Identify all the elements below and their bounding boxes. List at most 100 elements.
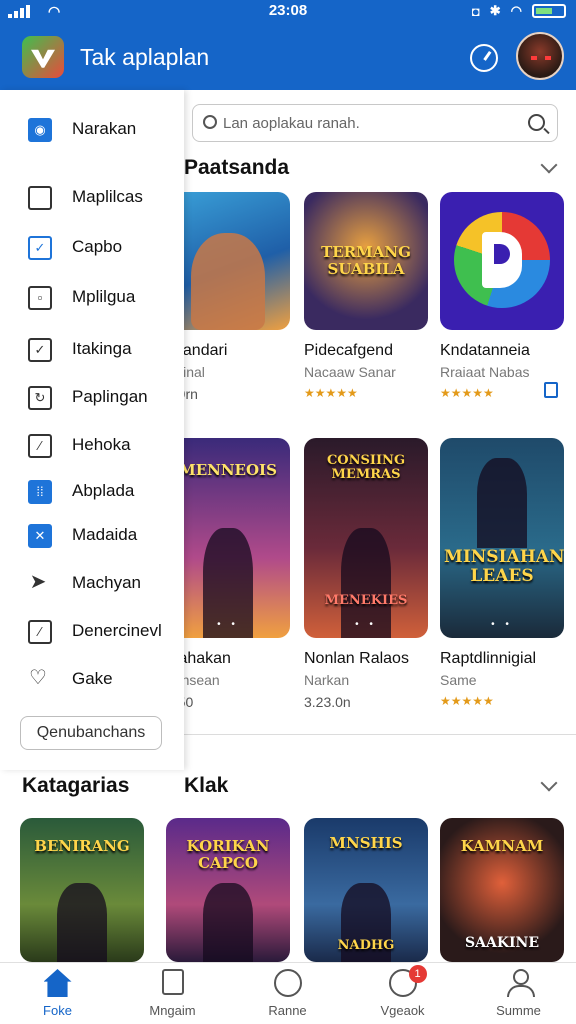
drawer-item-machyan[interactable]: ➤ Machyan bbox=[0, 562, 184, 606]
app-rating: 3.50 bbox=[166, 694, 290, 710]
app-subtitle: Rraiaat Nabas bbox=[440, 364, 530, 380]
drawer-item-maplilcas[interactable]: Maplilcas bbox=[0, 176, 184, 220]
nav-label: Mngaim bbox=[149, 1003, 196, 1018]
edit-icon: ∕ bbox=[28, 434, 52, 458]
drawer-item-label: Capbo bbox=[72, 237, 123, 256]
drawer-item-label: Madaida bbox=[72, 525, 138, 544]
section-title-featured: Paatsanda bbox=[184, 156, 290, 179]
app-card[interactable]: KORIKAN CAPCO bbox=[166, 818, 290, 962]
drawer-item-itakinga[interactable]: ✓ Itakinga bbox=[0, 328, 184, 372]
drawer-item-paplingan[interactable]: ↻ Paplingan bbox=[0, 376, 184, 420]
app-name: Nonlan Ralaos bbox=[304, 650, 409, 667]
app-logo-icon[interactable] bbox=[22, 36, 64, 78]
checkbox-icon: ✓ bbox=[28, 236, 52, 260]
drawer-item-label: Mplilgua bbox=[72, 287, 136, 306]
app-subtitle: Same bbox=[440, 672, 477, 688]
drawer-item-abplada[interactable]: ⁞⁞ Abplada bbox=[0, 470, 184, 514]
app-subtitle: uensean bbox=[166, 672, 220, 688]
navigation-drawer: ◉ Narakan Maplilcas ✓ Capbo ▫ Mplilgua ✓… bbox=[0, 90, 184, 770]
app-card[interactable]: TERMANG SUABILA Pidecafgend Nacaaw Sanar… bbox=[304, 192, 428, 400]
drawer-item-label: Gake bbox=[72, 669, 113, 688]
drawer-item-label: Hehoka bbox=[72, 435, 131, 454]
bluetooth-icon: ✱ bbox=[489, 3, 501, 18]
drawer-item-label: Narakan bbox=[72, 119, 137, 138]
drawer-item-label: Itakinga bbox=[72, 339, 132, 358]
nav-profile[interactable]: Summe bbox=[461, 969, 576, 1018]
nav-shop[interactable]: Mngaim bbox=[115, 969, 230, 1018]
nav-label: Foke bbox=[43, 1003, 72, 1018]
app-thumbnail: TERMANG SUABILA bbox=[304, 192, 428, 330]
app-thumbnail: CONSIING MEMRAS MENEKIES • • bbox=[304, 438, 428, 638]
app-subtitle: Adinal bbox=[166, 364, 205, 380]
nav-label: Ranne bbox=[268, 1003, 307, 1018]
nav-refresh[interactable]: Ranne bbox=[230, 969, 345, 1018]
history-icon[interactable] bbox=[470, 44, 498, 72]
drawer-item-gake[interactable]: ♡ Gake bbox=[0, 658, 184, 702]
send-icon: ➤ bbox=[29, 571, 47, 593]
bookmark-icon[interactable] bbox=[544, 382, 558, 398]
nav-home[interactable]: Foke bbox=[0, 969, 115, 1018]
app-art-title: MINSIAHAN LEAES bbox=[444, 547, 564, 586]
app-card[interactable]: CONSIING MEMRAS MENEKIES • • Nonlan Rala… bbox=[304, 438, 428, 710]
square-icon: ▫ bbox=[28, 286, 52, 310]
app-subtitle: Nacaaw Sanar bbox=[304, 364, 396, 380]
app-art-subtitle: SAAKINE bbox=[464, 935, 540, 952]
app-art-title: CONSIING MEMRAS bbox=[326, 453, 406, 483]
app-card[interactable]: Kndatanneia Rraiaat Nabas ★★★★★ bbox=[440, 192, 564, 400]
app-thumbnail: KAMNAM SAAKINE bbox=[440, 818, 564, 962]
app-art-subtitle: MENEKIES bbox=[324, 593, 408, 608]
app-card[interactable]: MINSIAHAN LEAES • • Raptdlinnigial Same … bbox=[440, 438, 564, 708]
app-card[interactable]: MENNEOIS • • idahakan uensean 3.50 bbox=[166, 438, 290, 710]
drawer-item-hehoka[interactable]: ∕ Hehoka bbox=[0, 424, 184, 468]
drawer-item-narakan[interactable]: ◉ Narakan bbox=[0, 108, 184, 152]
drawer-item-madaida[interactable]: ✕ Madaida bbox=[0, 514, 184, 558]
app-thumbnail bbox=[440, 192, 564, 330]
app-art-title: MNSHIS bbox=[329, 834, 403, 853]
category-card[interactable]: BENIRANG bbox=[20, 818, 144, 962]
chevron-down-icon[interactable] bbox=[540, 774, 558, 792]
avatar[interactable] bbox=[516, 32, 564, 80]
app-card[interactable]: MNSHIS NADHG bbox=[304, 818, 428, 962]
app-title: Tak aplaplan bbox=[80, 44, 210, 70]
app-card[interactable]: acandari Adinal 4.9rn bbox=[166, 192, 290, 402]
app-name: Pidecafgend bbox=[304, 342, 393, 359]
section-divider bbox=[184, 734, 576, 735]
profile-icon bbox=[505, 969, 535, 997]
app-rating: ★★★★★ bbox=[440, 694, 494, 708]
message-icon: ∕ bbox=[28, 620, 52, 644]
search-submit-icon[interactable] bbox=[528, 114, 545, 131]
nav-label: Summe bbox=[496, 1003, 541, 1018]
drawer-item-mplilgua[interactable]: ▫ Mplilgua bbox=[0, 276, 184, 320]
drawer-item-denercinevl[interactable]: ∕ Denercinevl bbox=[0, 610, 184, 654]
search-input[interactable]: Lan aoplakau ranah. bbox=[192, 104, 558, 142]
status-bar: ◠ 23:08 ◘ ✱ ◠ bbox=[0, 0, 576, 24]
app-thumbnail: MNSHIS NADHG bbox=[304, 818, 428, 962]
app-rating: 4.9rn bbox=[166, 386, 290, 402]
app-header: Tak aplaplan bbox=[0, 24, 576, 90]
app-rating: 3.23.0n bbox=[304, 694, 351, 710]
nav-label: Vgeaok bbox=[380, 1003, 425, 1018]
heart-icon: ♡ bbox=[29, 667, 47, 689]
search-icon bbox=[203, 115, 217, 129]
clipboard-icon bbox=[28, 186, 52, 210]
document-icon: ↻ bbox=[28, 386, 52, 410]
drawer-item-label: Denercinevl bbox=[72, 621, 162, 640]
chevron-down-icon[interactable] bbox=[540, 156, 558, 174]
app-thumbnail bbox=[166, 192, 290, 330]
app-rating: ★★★★★ bbox=[304, 386, 358, 400]
drawer-item-capbo[interactable]: ✓ Capbo bbox=[0, 226, 184, 270]
app-card[interactable]: KAMNAM SAAKINE bbox=[440, 818, 564, 962]
app-art-title: TERMANG SUABILA bbox=[321, 243, 411, 278]
app-thumbnail: KORIKAN CAPCO bbox=[166, 818, 290, 962]
battery-icon bbox=[532, 4, 566, 18]
wifi-right-icon: ◠ bbox=[510, 3, 522, 18]
drawer-action-button[interactable]: Qenubanchans bbox=[20, 716, 162, 750]
app-name: acandari bbox=[166, 342, 228, 359]
app-thumbnail: MENNEOIS • • bbox=[166, 438, 290, 638]
search-icon: 1 bbox=[388, 965, 427, 997]
section-title-categories: Katagarias bbox=[22, 774, 130, 797]
category-art-title: BENIRANG bbox=[34, 837, 130, 856]
nav-search[interactable]: 1 Vgeaok bbox=[345, 965, 460, 1018]
search-placeholder: Lan aoplakau ranah. bbox=[223, 115, 360, 132]
notification-badge: 1 bbox=[408, 965, 427, 983]
